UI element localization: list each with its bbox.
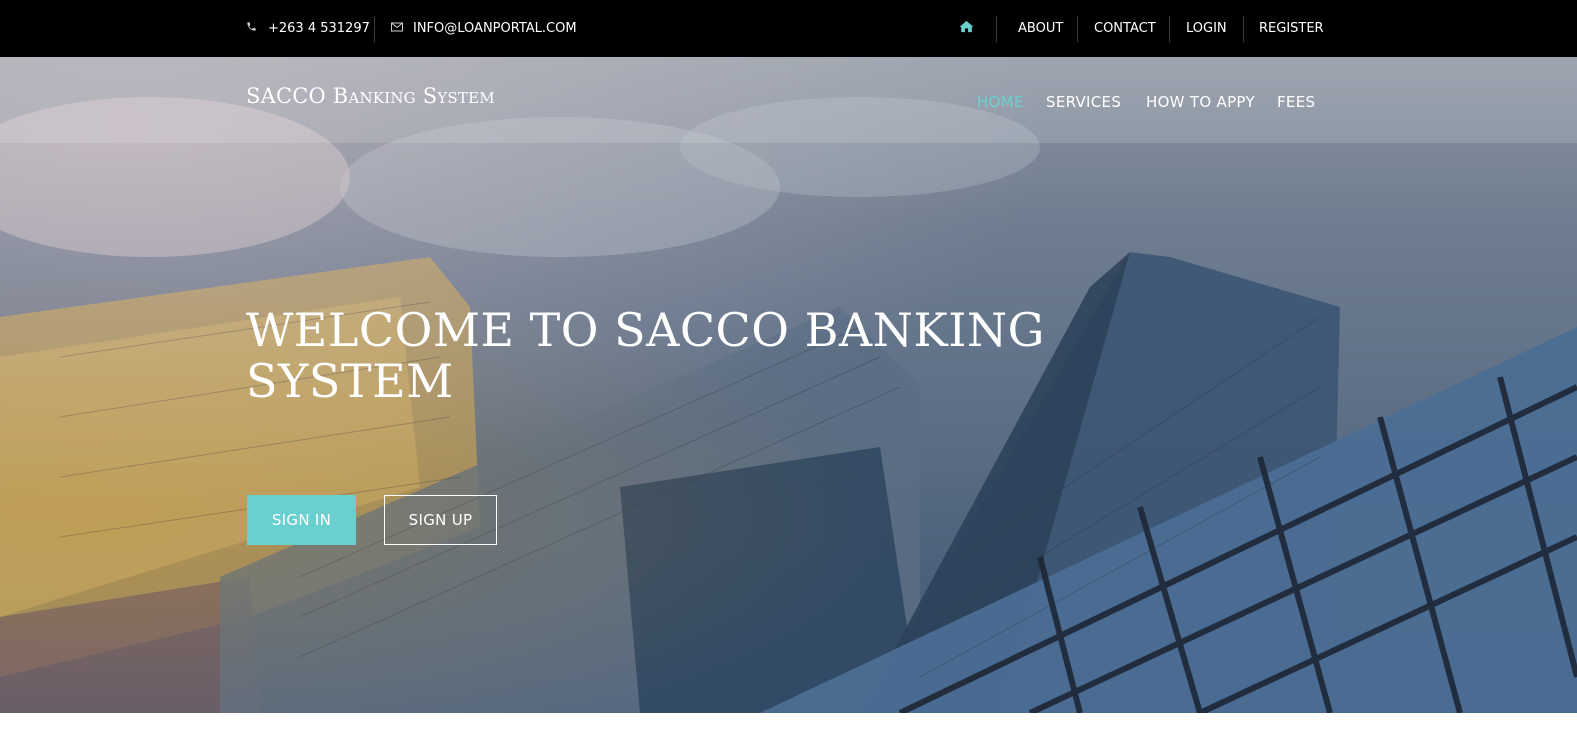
phone-icon [246, 21, 260, 36]
envelope-icon [391, 21, 405, 36]
divider [1077, 16, 1078, 42]
contact-email: INFO@LOANPORTAL.COM [391, 0, 577, 57]
nav-home[interactable]: HOME [977, 93, 1024, 111]
nav-services[interactable]: SERVICES [1046, 93, 1121, 111]
top-bar: +263 4 531297 INFO@LOANPORTAL.COM ABOUT … [0, 0, 1577, 57]
divider [374, 16, 375, 42]
headline-line-1: WELCOME TO SACCO BANKING [246, 303, 1045, 357]
divider [1169, 16, 1170, 42]
nav-how-to-apply[interactable]: HOW TO APPY [1146, 93, 1255, 111]
site-logo[interactable]: SACCO Banking System [246, 84, 495, 108]
main-navbar: SACCO Banking System HOME SERVICES HOW T… [0, 57, 1577, 143]
home-link[interactable] [959, 0, 974, 57]
hero-section: SACCO Banking System HOME SERVICES HOW T… [0, 57, 1577, 713]
hero-headline: WELCOME TO SACCO BANKING SYSTEM [246, 305, 1066, 407]
topbar-link-login[interactable]: LOGIN [1186, 0, 1227, 57]
brand-first: SACCO [246, 84, 326, 108]
phone-number: +263 4 531297 [268, 21, 370, 36]
divider [1243, 16, 1244, 42]
contact-phone: +263 4 531297 [246, 0, 370, 57]
headline-line-2: SYSTEM [246, 354, 454, 408]
topbar-link-register[interactable]: REGISTER [1259, 0, 1324, 57]
topbar-link-contact[interactable]: CONTACT [1094, 0, 1156, 57]
nav-fees[interactable]: FEES [1277, 93, 1315, 111]
brand-second: Banking System [332, 84, 495, 108]
topbar-link-about[interactable]: ABOUT [1018, 0, 1063, 57]
email-address: INFO@LOANPORTAL.COM [413, 21, 577, 36]
sign-up-button[interactable]: SIGN UP [384, 495, 497, 545]
home-icon [959, 20, 974, 37]
divider [996, 16, 997, 42]
sign-in-button[interactable]: SIGN IN [247, 495, 356, 545]
